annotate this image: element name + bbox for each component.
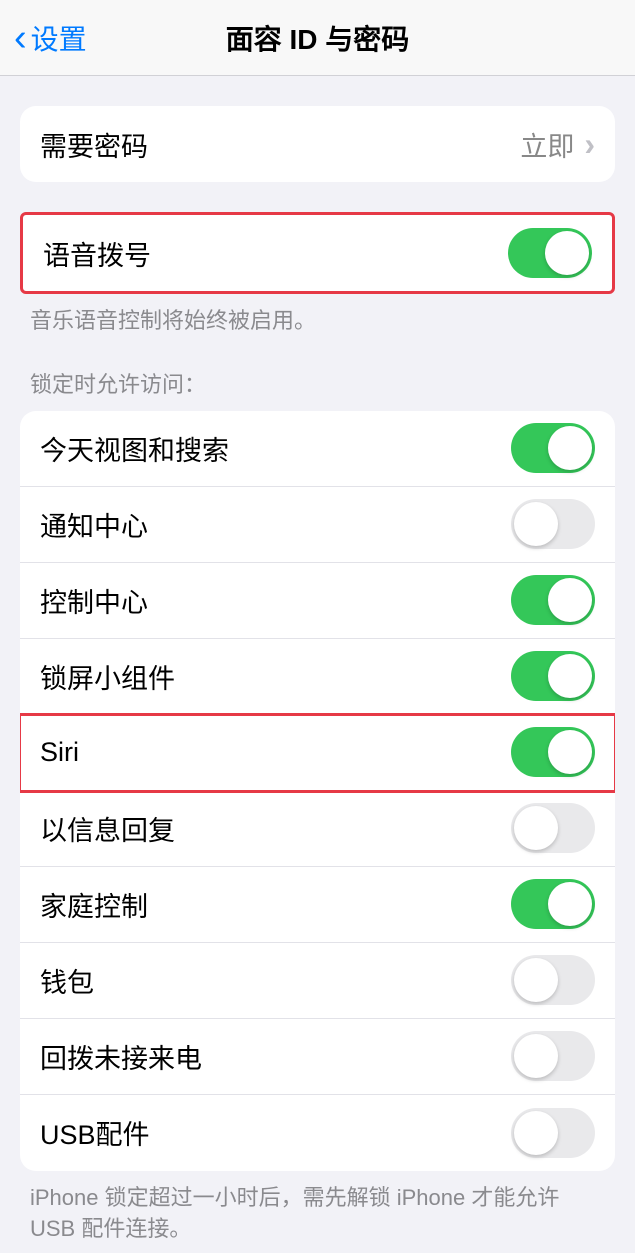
return-missed-calls-toggle[interactable] [511, 1031, 595, 1081]
siri-row: Siri [20, 715, 615, 791]
lock-access-footer: iPhone 锁定超过一小时后，需先解锁 iPhone 才能允许 USB 配件连… [0, 1171, 635, 1245]
usb-accessories-row: USB配件 [20, 1095, 615, 1171]
toggle-knob [548, 730, 592, 774]
return-missed-calls-row: 回拨未接来电 [20, 1019, 615, 1095]
siri-toggle[interactable] [511, 727, 595, 777]
notification-center-row: 通知中心 [20, 487, 615, 563]
toggle-knob [514, 1034, 558, 1078]
usb-accessories-toggle[interactable] [511, 1108, 595, 1158]
toggle-knob [514, 1111, 558, 1155]
home-control-label: 家庭控制 [40, 885, 148, 924]
today-view-label: 今天视图和搜索 [40, 429, 229, 468]
home-control-row: 家庭控制 [20, 867, 615, 943]
reply-messages-label: 以信息回复 [40, 809, 175, 848]
usb-accessories-label: USB配件 [40, 1113, 150, 1152]
navigation-header: ‹ 设置 面容 ID 与密码 [0, 0, 635, 76]
voice-dial-footer: 音乐语音控制将始终被启用。 [0, 294, 635, 337]
require-passcode-value: 立即 [520, 125, 574, 164]
home-control-toggle[interactable] [511, 879, 595, 929]
toggle-knob [514, 502, 558, 546]
wallet-toggle[interactable] [511, 955, 595, 1005]
lock-access-header: 锁定时允许访问： [0, 337, 635, 411]
lock-widgets-row: 锁屏小组件 [20, 639, 615, 715]
control-center-row: 控制中心 [20, 563, 615, 639]
siri-label: Siri [40, 737, 79, 768]
today-view-toggle[interactable] [511, 423, 595, 473]
wallet-label: 钱包 [40, 961, 94, 1000]
lock-widgets-toggle[interactable] [511, 651, 595, 701]
voice-dial-label: 语音拨号 [43, 234, 151, 273]
return-missed-calls-label: 回拨未接来电 [40, 1037, 202, 1076]
notification-center-label: 通知中心 [40, 505, 148, 544]
notification-center-toggle[interactable] [511, 499, 595, 549]
toggle-knob [548, 654, 592, 698]
require-passcode-row[interactable]: 需要密码 立即 › [20, 106, 615, 182]
wallet-row: 钱包 [20, 943, 615, 1019]
page-title: 面容 ID 与密码 [226, 18, 410, 58]
toggle-knob [548, 426, 592, 470]
lock-widgets-label: 锁屏小组件 [40, 657, 175, 696]
toggle-knob [514, 806, 558, 850]
today-view-row: 今天视图和搜索 [20, 411, 615, 487]
require-passcode-group: 需要密码 立即 › [20, 106, 615, 182]
voice-dial-group: 语音拨号 [20, 212, 615, 294]
reply-messages-row: 以信息回复 [20, 791, 615, 867]
chevron-left-icon: ‹ [14, 19, 27, 57]
voice-dial-toggle[interactable] [508, 228, 592, 278]
reply-messages-toggle[interactable] [511, 803, 595, 853]
chevron-right-icon: › [584, 126, 595, 163]
toggle-knob [548, 578, 592, 622]
require-passcode-label: 需要密码 [40, 125, 148, 164]
back-label: 设置 [31, 18, 87, 58]
toggle-knob [548, 882, 592, 926]
lock-access-group: 今天视图和搜索 通知中心 控制中心 锁屏小组件 Siri 以信息回复 家庭控制 [20, 411, 615, 1171]
voice-dial-row: 语音拨号 [23, 215, 612, 291]
back-button[interactable]: ‹ 设置 [0, 18, 87, 58]
toggle-knob [514, 958, 558, 1002]
toggle-knob [545, 231, 589, 275]
control-center-label: 控制中心 [40, 581, 148, 620]
control-center-toggle[interactable] [511, 575, 595, 625]
